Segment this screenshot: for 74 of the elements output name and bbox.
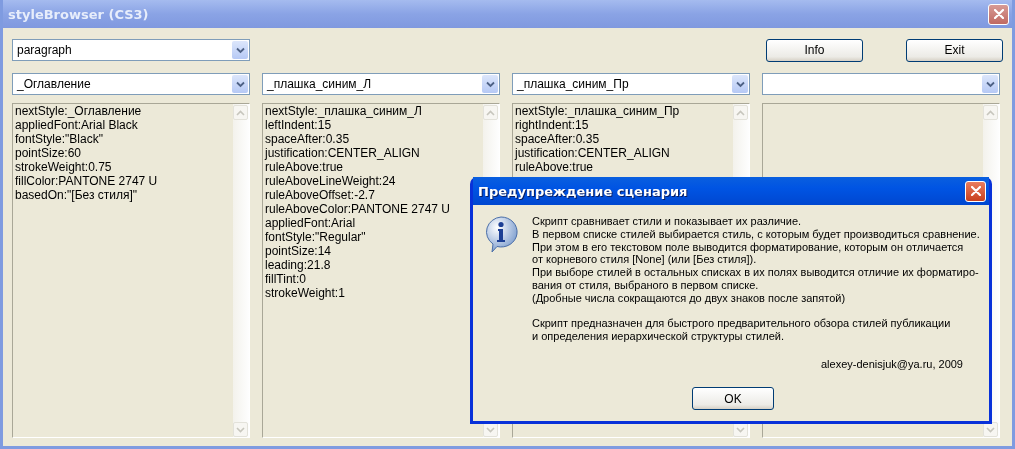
message-text: от корневого стиля [None] (или [Без стиля]). xyxy=(532,253,758,267)
style-property: ruleAboveLineWeight:24 xyxy=(265,174,397,188)
close-icon xyxy=(970,186,981,196)
dropdown-button[interactable] xyxy=(982,75,998,93)
dropdown[interactable] xyxy=(762,73,1000,95)
style-property: nextStyle:_Оглавление xyxy=(15,104,143,118)
style-property: ruleAbove:true xyxy=(265,160,345,174)
style-property: appliedFont:Arial Black xyxy=(15,118,139,132)
chevron-up-icon xyxy=(236,109,245,116)
dialog-title: Предупреждение сценария xyxy=(478,183,688,199)
exit-button[interactable]: Exit xyxy=(906,38,1003,62)
style-property: appliedFont:Arial xyxy=(265,216,357,230)
close-button[interactable] xyxy=(965,180,986,202)
style-property: pointSize:14 xyxy=(265,244,333,258)
style-property: leading:21.8 xyxy=(265,258,332,272)
close-button[interactable] xyxy=(988,3,1009,25)
chevron-up-icon xyxy=(736,109,745,116)
message-text: Скрипт сравнивает стили и показывает их различие. xyxy=(532,215,803,228)
dropdown-button[interactable] xyxy=(232,75,248,93)
message-text: и определения иерархической структуры стилей. xyxy=(532,330,785,343)
dropdown-button[interactable] xyxy=(482,75,498,93)
ok-button[interactable]: OK xyxy=(692,387,774,410)
style-property: ruleAboveOffset:-2.7 xyxy=(265,188,376,202)
style-property: fillTint:0 xyxy=(265,272,307,286)
style-property: basedOn:"[Без стиля]" xyxy=(15,188,139,202)
message-text: Скрипт предназначен для быстрого предварительного обзора стилей публикации xyxy=(532,317,952,331)
dropdown-value: _плашка_синим_Л xyxy=(267,77,372,91)
style-property: fontStyle:"Black" xyxy=(15,132,104,146)
scroll-down-button[interactable] xyxy=(983,422,998,437)
chevron-down-icon xyxy=(985,80,995,88)
chevron-up-icon xyxy=(986,109,995,116)
dropdown-value: _Оглавление xyxy=(17,77,91,91)
author-signature: alexey-denisjuk@ya.ru, 2009 xyxy=(820,358,963,370)
style-property: strokeWeight:1 xyxy=(265,286,346,300)
style-property: spaceAfter:0.35 xyxy=(515,132,601,146)
style-property: spaceAfter:0.35 xyxy=(265,132,351,146)
chevron-up-icon xyxy=(486,109,495,116)
message-text: При выборе стилей в остальных списках в их полях выводится отличие их форматиро- xyxy=(532,266,980,279)
close-icon xyxy=(993,9,1004,19)
style-property: ruleAboveColor:PANTONE 2747 U xyxy=(265,202,451,216)
dropdown-value: paragraph xyxy=(17,43,72,57)
dropdown[interactable]: paragraph xyxy=(12,39,250,61)
style-property: justification:CENTER_ALIGN xyxy=(265,146,421,160)
chevron-down-icon xyxy=(486,426,495,433)
window-title: styleBrowser (CS3) xyxy=(8,6,149,22)
style-property: nextStyle:_плашка_синим_Л xyxy=(265,104,423,118)
dropdown[interactable]: _плашка_синим_Пр xyxy=(512,73,750,95)
info-button[interactable]: Info xyxy=(766,38,863,62)
chevron-down-icon xyxy=(236,426,245,433)
chevron-down-icon xyxy=(986,426,995,433)
style-property: ruleAbove:true xyxy=(515,160,595,174)
style-property: justification:CENTER_ALIGN xyxy=(515,146,671,160)
info-icon xyxy=(483,215,519,253)
chevron-down-icon xyxy=(485,80,495,88)
dropdown-value: _плашка_синим_Пр xyxy=(517,77,629,91)
style-property: rightIndent:15 xyxy=(515,118,590,132)
dropdown[interactable]: _Оглавление xyxy=(12,73,250,95)
chevron-down-icon xyxy=(235,46,245,54)
message-text: При этом в его текстовом поле выводится форматирование, которым он отличается xyxy=(532,240,965,254)
message-text: (Дробные числа сокращаются до двух знаков после запятой) xyxy=(532,291,847,305)
style-property: pointSize:60 xyxy=(15,146,83,160)
dropdown-button[interactable] xyxy=(232,41,248,59)
style-property: leftIndent:15 xyxy=(265,118,333,132)
style-property: nextStyle:_плашка_синим_Пр xyxy=(515,104,681,118)
message-text: вания от стиля, выбраного в первом списке. xyxy=(532,279,760,292)
chevron-down-icon xyxy=(235,80,245,88)
chevron-down-icon xyxy=(736,426,745,433)
chevron-down-icon xyxy=(735,80,745,88)
dropdown-button[interactable] xyxy=(732,75,748,93)
dropdown[interactable]: _плашка_синим_Л xyxy=(262,73,500,95)
style-property: fontStyle:"Regular" xyxy=(265,230,367,244)
style-property: fillColor:PANTONE 2747 U xyxy=(15,174,159,188)
message-text: В первом списке стилей выбирается стиль, с которым будет производиться сравнение. xyxy=(532,227,980,241)
style-property: strokeWeight:0.75 xyxy=(15,160,113,174)
